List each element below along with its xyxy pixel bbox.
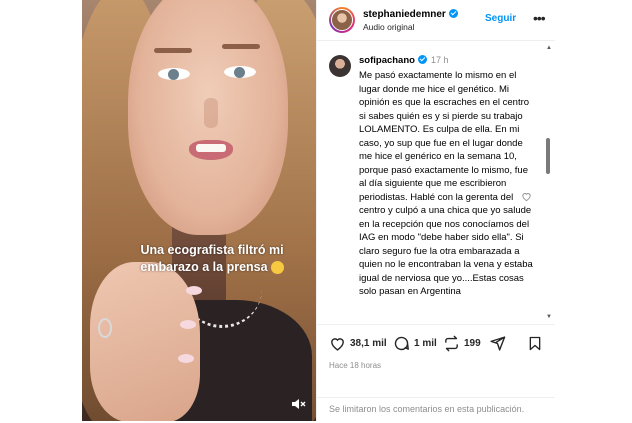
post-time[interactable]: Hace 18 horas bbox=[329, 361, 381, 370]
reel-video[interactable] bbox=[82, 0, 316, 421]
scrollbar-thumb[interactable] bbox=[546, 138, 550, 174]
video-face bbox=[128, 0, 288, 235]
video-nail bbox=[180, 320, 196, 329]
caption-line-1: Una ecografista filtró mi bbox=[140, 243, 284, 257]
audio-label[interactable]: Audio original bbox=[363, 22, 415, 32]
repost-icon[interactable] bbox=[443, 335, 460, 352]
repost-action[interactable]: 199 bbox=[443, 335, 481, 352]
video-caption: Una ecografista filtró mi embarazo a la … bbox=[128, 242, 296, 276]
comment-header: sofipachano 17 h bbox=[359, 55, 448, 66]
video-ring bbox=[98, 318, 112, 338]
video-brow-right bbox=[222, 44, 260, 49]
comment-like-icon[interactable] bbox=[521, 191, 532, 202]
author-avatar-image bbox=[331, 9, 353, 31]
video-eye-left bbox=[158, 68, 190, 80]
heart-icon[interactable] bbox=[329, 335, 346, 352]
comments-disabled-text: Se limitaron los comentarios en esta pub… bbox=[329, 404, 525, 414]
video-nail bbox=[178, 354, 194, 363]
comment-text: Me pasó exactamente lo mismo en el lugar… bbox=[359, 70, 533, 297]
caption-line-2-text: embarazo a la prensa bbox=[140, 260, 268, 274]
comment-bubble-icon[interactable] bbox=[393, 335, 410, 352]
repost-count: 199 bbox=[464, 338, 481, 349]
follow-button[interactable]: Seguir bbox=[485, 13, 516, 24]
video-nose bbox=[204, 98, 218, 128]
comment-list[interactable]: sofipachano 17 h Me pasó exactamente lo m… bbox=[317, 41, 555, 324]
bookmark-icon[interactable] bbox=[527, 335, 543, 352]
comments-disabled-bar: Se limitaron los comentarios en esta pub… bbox=[317, 397, 555, 423]
more-options-icon[interactable]: ••• bbox=[533, 10, 546, 26]
verified-badge-icon bbox=[448, 9, 458, 18]
scroll-down-arrow-icon[interactable]: ▼ bbox=[546, 314, 552, 320]
post-header: stephaniedemner Audio original Seguir ••… bbox=[317, 0, 555, 41]
video-eye-right bbox=[224, 66, 256, 78]
author-username-text[interactable]: stephaniedemner bbox=[363, 9, 446, 20]
caption-line-2: embarazo a la prensa bbox=[128, 259, 296, 276]
like-count: 38,1 mil bbox=[350, 338, 387, 349]
video-nail bbox=[186, 286, 202, 295]
post-actions: 38,1 mil 1 mil 199 Hace 18 horas Se limi… bbox=[317, 324, 555, 422]
post-side-panel: stephaniedemner Audio original Seguir ••… bbox=[316, 0, 555, 421]
share-icon[interactable] bbox=[489, 335, 506, 352]
comment-time: 17 h bbox=[430, 55, 449, 65]
verified-badge-icon bbox=[417, 55, 427, 64]
author-avatar[interactable] bbox=[329, 7, 355, 33]
smirk-emoji-icon bbox=[270, 261, 284, 275]
speaker-muted-icon[interactable] bbox=[290, 396, 306, 412]
commenter-avatar[interactable] bbox=[329, 55, 351, 77]
commenter-username[interactable]: sofipachano bbox=[359, 55, 415, 66]
scroll-up-arrow-icon[interactable]: ▲ bbox=[546, 45, 552, 51]
comment-count: 1 mil bbox=[414, 338, 437, 349]
video-hand bbox=[90, 262, 202, 421]
comment-action[interactable]: 1 mil bbox=[393, 335, 437, 352]
author-username[interactable]: stephaniedemner bbox=[363, 9, 458, 20]
video-teeth bbox=[196, 144, 226, 152]
video-brow-left bbox=[154, 48, 192, 53]
like-action[interactable]: 38,1 mil bbox=[329, 335, 387, 352]
